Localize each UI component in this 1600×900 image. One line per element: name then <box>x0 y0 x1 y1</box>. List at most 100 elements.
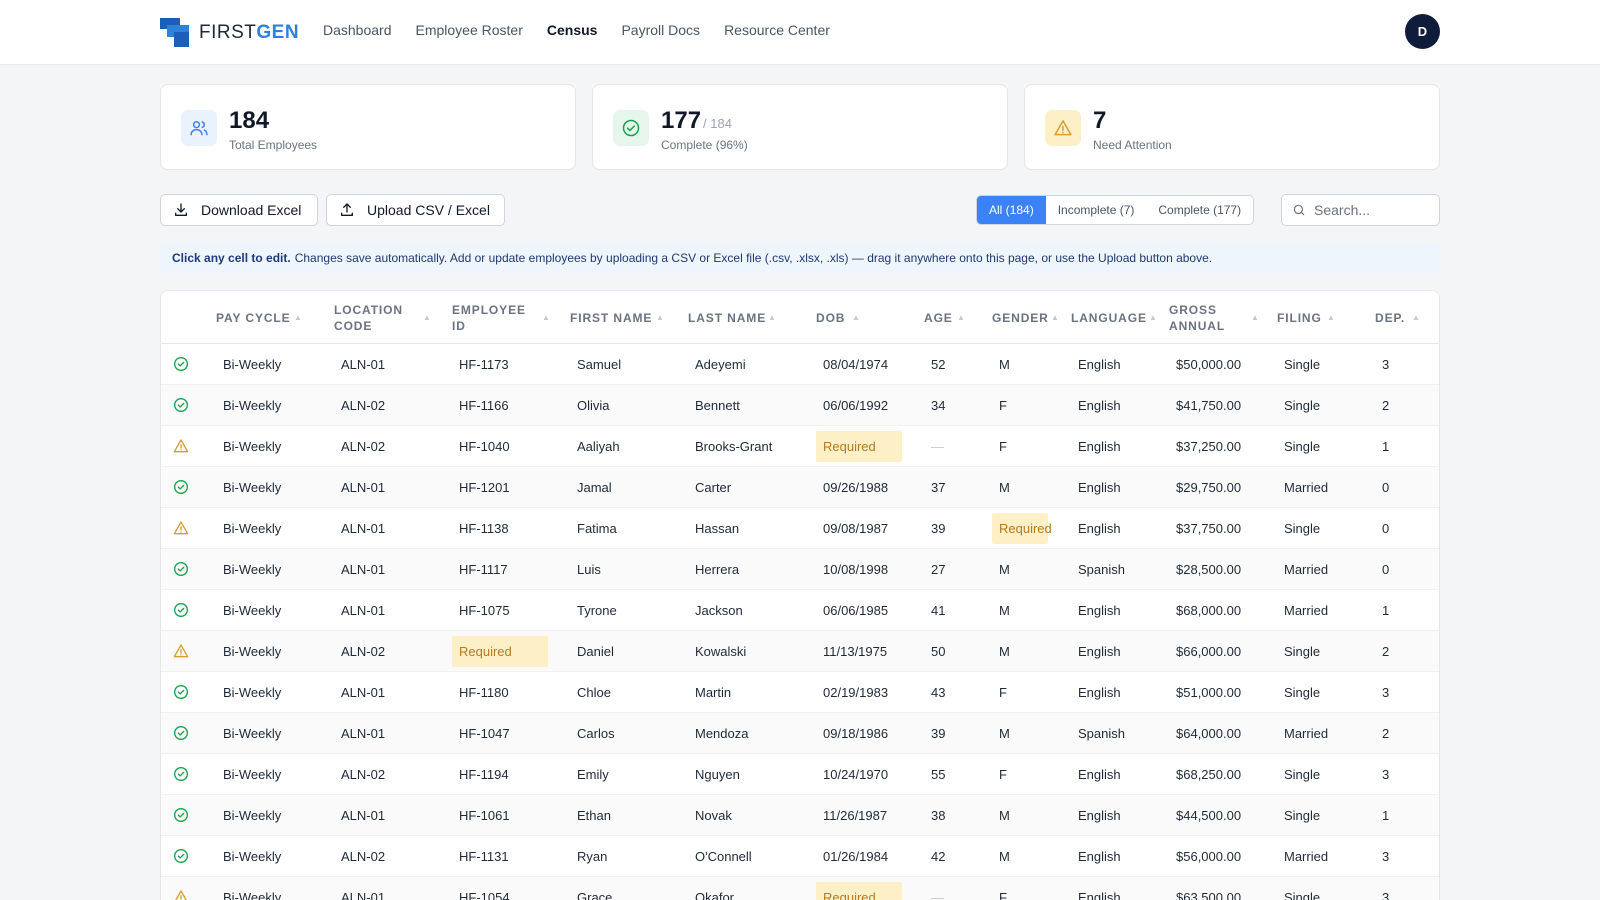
user-avatar[interactable]: D <box>1405 14 1440 49</box>
download-excel-button[interactable]: Download Excel <box>160 194 318 226</box>
cell-location[interactable]: ALN-01 <box>334 713 385 754</box>
cell-language[interactable]: English <box>1071 590 1121 631</box>
cell-filing[interactable]: Single <box>1277 344 1320 385</box>
cell-age[interactable]: 39 <box>924 508 945 549</box>
cell-gross[interactable]: $41,750.00 <box>1169 385 1241 426</box>
cell-emp-id[interactable]: HF-1180 <box>452 672 509 713</box>
cell-dep[interactable]: 2 <box>1375 631 1389 672</box>
cell-last[interactable]: Jackson <box>688 590 743 631</box>
cell-first[interactable]: Grace <box>570 877 612 900</box>
cell-location[interactable]: ALN-02 <box>334 631 385 672</box>
cell-gross[interactable]: $37,750.00 <box>1169 508 1241 549</box>
cell-last[interactable]: Hassan <box>688 508 739 549</box>
sort-arrow-icon[interactable]: ▲ <box>957 301 966 335</box>
cell-gross[interactable]: $37,250.00 <box>1169 426 1241 467</box>
cell-gross[interactable]: $63,500.00 <box>1169 877 1241 900</box>
cell-emp-id[interactable]: HF-1061 <box>452 795 510 836</box>
cell-location[interactable]: ALN-01 <box>334 344 385 385</box>
cell-filing[interactable]: Single <box>1277 508 1320 549</box>
cell-dep[interactable]: 3 <box>1375 344 1389 385</box>
cell-gender[interactable]: F <box>992 385 1007 426</box>
cell-first[interactable]: Luis <box>570 549 601 590</box>
cell-last[interactable]: Brooks-Grant <box>688 426 772 467</box>
cell-gender[interactable]: M <box>992 590 1010 631</box>
sort-arrow-icon[interactable]: ▲ <box>1327 301 1336 335</box>
cell-age[interactable]: 50 <box>924 631 945 672</box>
cell-filing[interactable]: Married <box>1277 590 1328 631</box>
cell-dob[interactable]: 06/06/1992 <box>816 385 888 426</box>
cell-pay-cycle[interactable]: Bi-Weekly <box>216 631 281 672</box>
column-header-dob[interactable]: DOB <box>816 301 926 335</box>
cell-last[interactable]: O'Connell <box>688 836 752 877</box>
cell-first[interactable]: Fatima <box>570 508 617 549</box>
cell-language[interactable]: English <box>1071 836 1121 877</box>
filter-complete[interactable]: Complete (177) <box>1146 196 1253 224</box>
cell-first[interactable]: Samuel <box>570 344 621 385</box>
cell-filing[interactable]: Married <box>1277 836 1328 877</box>
cell-gender[interactable]: Required <box>992 508 1052 549</box>
cell-dep[interactable]: 3 <box>1375 672 1389 713</box>
sort-arrow-icon[interactable]: ▲ <box>1251 301 1260 335</box>
sort-arrow-icon[interactable]: ▲ <box>542 301 551 335</box>
cell-language[interactable]: Spanish <box>1071 713 1125 754</box>
cell-emp-id[interactable]: HF-1194 <box>452 754 509 795</box>
nav-dashboard[interactable]: Dashboard <box>323 22 392 38</box>
cell-gender[interactable]: F <box>992 877 1007 900</box>
nav-census[interactable]: Census <box>547 22 598 38</box>
cell-gender[interactable]: M <box>992 467 1010 508</box>
filter-incomplete[interactable]: Incomplete (7) <box>1046 196 1147 224</box>
sort-arrow-icon[interactable]: ▲ <box>1412 301 1421 335</box>
cell-location[interactable]: ALN-01 <box>334 590 385 631</box>
cell-dob[interactable]: 09/08/1987 <box>816 508 888 549</box>
cell-pay-cycle[interactable]: Bi-Weekly <box>216 713 281 754</box>
cell-filing[interactable]: Single <box>1277 426 1320 467</box>
cell-pay-cycle[interactable]: Bi-Weekly <box>216 385 281 426</box>
cell-age[interactable]: — <box>924 426 944 467</box>
cell-language[interactable]: English <box>1071 385 1121 426</box>
cell-age[interactable]: 39 <box>924 713 945 754</box>
cell-filing[interactable]: Single <box>1277 631 1320 672</box>
cell-emp-id[interactable]: HF-1075 <box>452 590 510 631</box>
cell-language[interactable]: English <box>1071 631 1121 672</box>
cell-language[interactable]: English <box>1071 508 1121 549</box>
cell-last[interactable]: Bennett <box>688 385 740 426</box>
cell-dob[interactable]: Required <box>816 877 902 900</box>
cell-first[interactable]: Jamal <box>570 467 612 508</box>
cell-last[interactable]: Nguyen <box>688 754 740 795</box>
cell-dob[interactable]: 11/26/1987 <box>816 795 887 836</box>
cell-dob[interactable]: Required <box>816 426 902 467</box>
cell-dep[interactable]: 2 <box>1375 713 1389 754</box>
cell-dob[interactable]: 11/13/1975 <box>816 631 887 672</box>
cell-last[interactable]: Kowalski <box>688 631 746 672</box>
cell-gender[interactable]: F <box>992 672 1007 713</box>
cell-location[interactable]: ALN-01 <box>334 672 385 713</box>
cell-last[interactable]: Carter <box>688 467 731 508</box>
cell-first[interactable]: Olivia <box>570 385 610 426</box>
cell-emp-id[interactable]: HF-1047 <box>452 713 510 754</box>
cell-gender[interactable]: F <box>992 754 1007 795</box>
cell-emp-id[interactable]: HF-1166 <box>452 385 509 426</box>
cell-filing[interactable]: Single <box>1277 385 1320 426</box>
cell-last[interactable]: Okafor <box>688 877 734 900</box>
cell-location[interactable]: ALN-01 <box>334 508 385 549</box>
cell-location[interactable]: ALN-01 <box>334 467 385 508</box>
cell-age[interactable]: 37 <box>924 467 945 508</box>
column-header-emp-id[interactable]: Employee ID <box>452 301 532 335</box>
cell-filing[interactable]: Single <box>1277 672 1320 713</box>
cell-pay-cycle[interactable]: Bi-Weekly <box>216 344 281 385</box>
cell-dep[interactable]: 1 <box>1375 426 1389 467</box>
cell-emp-id[interactable]: HF-1138 <box>452 508 509 549</box>
cell-age[interactable]: 41 <box>924 590 945 631</box>
upload-csv-button[interactable]: Upload CSV / Excel <box>326 194 505 226</box>
cell-dob[interactable]: 10/24/1970 <box>816 754 888 795</box>
cell-dob[interactable]: 10/08/1998 <box>816 549 888 590</box>
cell-pay-cycle[interactable]: Bi-Weekly <box>216 508 281 549</box>
cell-dep[interactable]: 0 <box>1375 467 1389 508</box>
cell-language[interactable]: Spanish <box>1071 549 1125 590</box>
cell-last[interactable]: Adeyemi <box>688 344 746 385</box>
cell-first[interactable]: Tyrone <box>570 590 617 631</box>
cell-dob[interactable]: 09/26/1988 <box>816 467 888 508</box>
cell-gross[interactable]: $28,500.00 <box>1169 549 1241 590</box>
cell-age[interactable]: 34 <box>924 385 945 426</box>
cell-dob[interactable]: 09/18/1986 <box>816 713 888 754</box>
